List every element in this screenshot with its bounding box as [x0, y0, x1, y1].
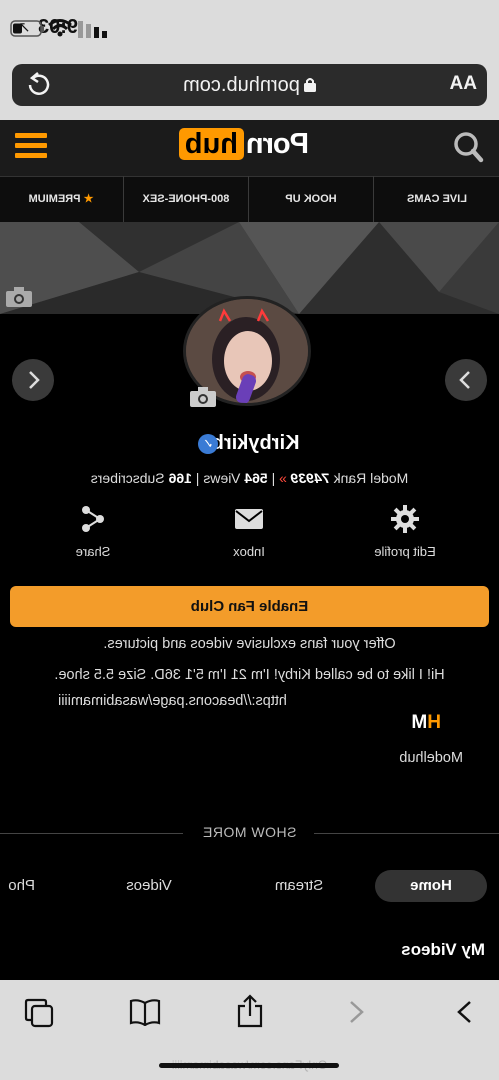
modelhub-logo-h: H	[427, 712, 441, 733]
edit-profile-button[interactable]: Edit profile	[345, 504, 465, 559]
modelhub-logo-m: M	[411, 712, 428, 733]
cell-signal-icon	[78, 21, 107, 38]
next-arrow-button[interactable]	[445, 359, 487, 401]
tab-videos[interactable]: Videos	[99, 870, 199, 902]
views-value: 564	[244, 470, 268, 486]
forward-icon[interactable]	[451, 998, 477, 1026]
star-icon: ★	[83, 193, 94, 205]
share-sheet-icon[interactable]	[235, 994, 265, 1028]
logo-badge: hub	[178, 128, 244, 160]
cover-camera-icon[interactable]	[5, 286, 33, 308]
bio-line-1: Offer your fans exclusive videos and pic…	[103, 636, 396, 652]
enable-fan-club-button[interactable]: Enable Fan Club	[10, 586, 489, 627]
avatar-camera-icon[interactable]	[189, 386, 217, 408]
nav-hook-up[interactable]: HOOK UP	[249, 176, 374, 222]
chevron-right-icon	[459, 371, 470, 389]
inbox-label: Inbox	[233, 544, 265, 559]
reload-icon[interactable]	[25, 70, 53, 98]
views-label: Views	[203, 470, 241, 486]
mail-icon	[235, 509, 263, 529]
chevron-left-icon	[29, 371, 40, 389]
modelhub-label[interactable]: Modelhub	[399, 750, 463, 766]
tab-home[interactable]: Home	[375, 870, 487, 902]
nav-premium-label: PREMIUM	[28, 193, 81, 205]
trend-icon: »	[279, 470, 287, 486]
text-size-button[interactable]: AA	[450, 73, 477, 95]
nav-live-cams[interactable]: LIVE CAMS	[375, 176, 499, 222]
inbox-button[interactable]: Inbox	[189, 504, 309, 559]
verified-icon: ✓	[198, 434, 218, 454]
site-logo[interactable]: Pornhub	[178, 128, 309, 161]
share-button[interactable]: Share	[33, 504, 153, 559]
prev-arrow-button[interactable]	[12, 359, 54, 401]
subs-value: 166	[168, 470, 192, 486]
back-icon[interactable]	[343, 998, 369, 1026]
share-icon	[82, 506, 104, 532]
tabs-icon[interactable]	[24, 998, 54, 1028]
tab-stream[interactable]: Stream	[249, 870, 349, 902]
modelhub-logo: HM	[411, 712, 441, 734]
section-title: My Videos	[401, 940, 485, 959]
gear-icon	[391, 505, 419, 533]
bio-line-2: Hi! I like to be called Kirby! I'm 21 I'…	[54, 667, 445, 683]
tab-photos[interactable]: Pho	[0, 870, 35, 902]
url-text[interactable]: pornhub.com	[0, 74, 499, 97]
nav-premium[interactable]: ★ PREMIUM	[0, 176, 124, 222]
rank-label: Model Rank	[333, 470, 409, 486]
home-indicator	[159, 1063, 339, 1068]
menu-icon[interactable]	[15, 130, 47, 162]
search-icon[interactable]	[451, 130, 485, 164]
profile-stats: Model Rank 74939 » | 564 Views | 166 Sub…	[90, 470, 409, 486]
bio-link[interactable]: https://beacons.page/wasabimamiiii	[58, 693, 287, 709]
show-more-button[interactable]: SHOW MORE	[0, 824, 499, 840]
rank-value: 74939	[290, 470, 330, 486]
subs-label: Subscribers	[90, 470, 165, 486]
edit-profile-label: Edit profile	[374, 544, 436, 559]
nav-phone-sex[interactable]: 800-PHONE-SEX	[124, 176, 249, 222]
profile-name: Kirbykirbo	[199, 432, 300, 454]
lock-icon	[303, 78, 316, 92]
wifi-icon	[48, 19, 72, 37]
battery-icon	[10, 20, 44, 37]
bookmarks-icon[interactable]	[129, 998, 161, 1026]
logo-text: Porn	[246, 128, 309, 160]
share-label: Share	[75, 544, 111, 559]
url: pornhub.com	[183, 74, 300, 96]
